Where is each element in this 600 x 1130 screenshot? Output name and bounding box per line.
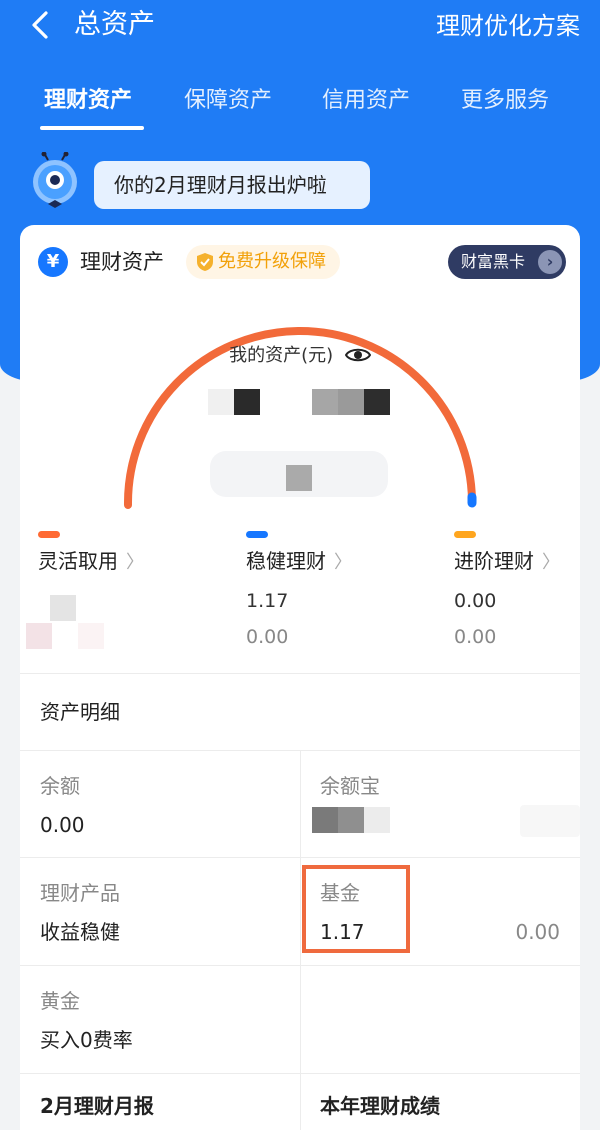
category-advanced[interactable]: 进阶理财〉 [454, 545, 560, 579]
top-bar: 总资产 理财优化方案 [0, 0, 600, 56]
wealth-black-card-button[interactable]: 财富黑卡 › [448, 245, 566, 279]
category-flexible-label: 灵活取用 [38, 549, 118, 573]
eye-icon[interactable] [344, 346, 371, 364]
back-arrow-icon[interactable] [26, 10, 56, 40]
chevron-right-icon: 〉 [126, 552, 144, 573]
category-steady-label: 稳健理财 [246, 549, 326, 573]
category-steady[interactable]: 稳健理财〉 [246, 545, 352, 579]
my-assets-text: 我的资产(元) [229, 345, 334, 366]
products-label: 理财产品 [40, 881, 120, 905]
balance-label: 余额 [40, 774, 80, 798]
tab-bar: 理财资产 保障资产 信用资产 更多服务 [0, 84, 600, 134]
chevron-right-icon: › [538, 250, 562, 274]
divider [20, 1073, 580, 1074]
black-card-label: 财富黑卡 [461, 252, 526, 271]
annual-performance-entry[interactable]: 本年理财成绩 [320, 1089, 440, 1123]
page-title: 总资产 [74, 9, 155, 40]
steady-sub-value: 0.00 [246, 626, 289, 648]
category-flexible[interactable]: 灵活取用〉 [38, 545, 144, 579]
shield-icon [197, 253, 213, 271]
active-tab-indicator [40, 126, 144, 130]
gold-label: 黄金 [40, 989, 80, 1013]
tab-credit-assets[interactable]: 信用资产 [322, 84, 410, 118]
fund-highlight-box [302, 865, 410, 953]
steady-color-dot [246, 531, 268, 538]
chevron-right-icon: 〉 [542, 552, 560, 573]
gold-value: 买入0费率 [40, 1028, 133, 1052]
divider [20, 965, 580, 966]
category-advanced-label: 进阶理财 [454, 549, 534, 573]
mascot-icon[interactable] [26, 152, 84, 210]
monthly-report-banner[interactable]: 你的2月理财月报出炉啦 [94, 161, 370, 209]
optimization-plan-link[interactable]: 理财优化方案 [436, 8, 580, 44]
asset-details-title: 资产明细 [40, 700, 120, 724]
hidden-yuebao-yield [520, 805, 580, 837]
free-upgrade-badge[interactable]: 免费升级保障 [186, 245, 340, 279]
divider [20, 673, 580, 674]
advanced-color-dot [454, 531, 476, 538]
products-value: 收益稳健 [40, 920, 120, 944]
my-assets-label: 我的资产(元) [20, 339, 580, 373]
advanced-sub-value: 0.00 [454, 626, 497, 648]
wealth-assets-card: ¥ 理财资产 免费升级保障 财富黑卡 › 我的资产(元) 灵活取用〉 稳健理财 … [20, 225, 580, 1130]
monthly-report-entry[interactable]: 2月理财月报 [40, 1089, 154, 1123]
flexible-color-dot [38, 531, 60, 538]
tab-insurance-assets[interactable]: 保障资产 [184, 84, 272, 118]
advanced-value: 0.00 [454, 590, 497, 612]
divider [20, 857, 580, 858]
tab-more-services[interactable]: 更多服务 [461, 84, 549, 118]
steady-value: 1.17 [246, 590, 289, 612]
free-upgrade-label: 免费升级保障 [218, 251, 326, 272]
fund-yield: 0.00 [515, 920, 560, 944]
chevron-right-icon: 〉 [334, 552, 352, 573]
yuebao-label: 余额宝 [320, 774, 380, 798]
yen-icon: ¥ [38, 247, 68, 277]
balance-value: 0.00 [40, 813, 85, 837]
card-title: 理财资产 [80, 250, 164, 274]
tab-wealth-assets[interactable]: 理财资产 [44, 84, 132, 118]
